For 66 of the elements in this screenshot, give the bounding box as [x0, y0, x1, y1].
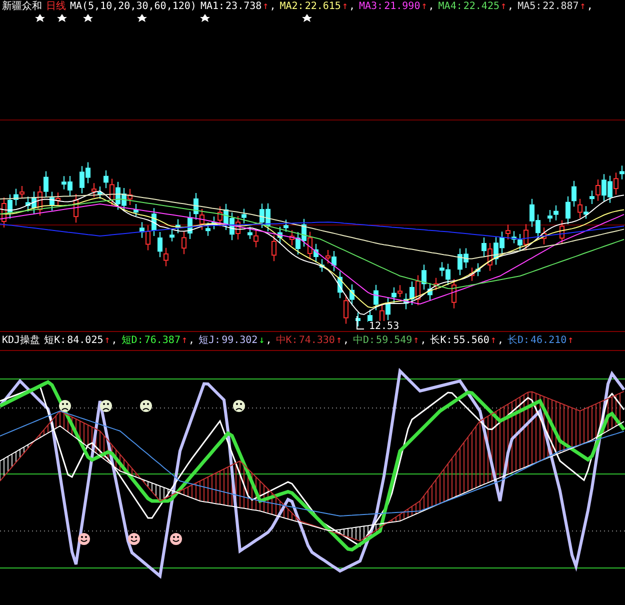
- separator: ,: [497, 334, 504, 348]
- smiley-face-icon: [128, 532, 140, 545]
- sad-face-icon: [100, 400, 112, 412]
- separator: ,: [428, 0, 434, 14]
- reading-value: 55.560: [453, 334, 490, 348]
- low-price-label: 12.53: [368, 321, 400, 332]
- separator: ,: [342, 334, 349, 348]
- separator: ,: [348, 0, 355, 14]
- stock-name: 新疆众和: [2, 0, 42, 14]
- reading-label: MA1:: [200, 0, 225, 14]
- reading-value: 84.025: [67, 334, 104, 348]
- separator: ,: [420, 334, 426, 348]
- star-marker-icon: [302, 14, 312, 22]
- reading-value: 21.990: [384, 0, 420, 14]
- trend-arrow: ↑: [413, 334, 420, 348]
- reading-label: 长K:: [430, 334, 452, 348]
- reading-value: 46.210: [530, 334, 567, 348]
- star-marker-icon: [200, 14, 210, 22]
- reading-label: MA3:: [359, 0, 384, 14]
- trend-arrow: ↑: [104, 334, 110, 348]
- separator: ,: [508, 0, 514, 14]
- trend-arrow: ↑: [262, 0, 269, 14]
- separator: ,: [586, 0, 593, 14]
- separator: ,: [270, 0, 276, 14]
- star-marker-icon: [137, 14, 147, 22]
- indicator-name: KDJ操盘: [2, 334, 40, 348]
- trend-arrow: ↓: [258, 334, 265, 348]
- smiley-face-icon: [78, 532, 90, 545]
- smiley-face-icon: [170, 532, 182, 545]
- star-marker-icon: [35, 14, 45, 22]
- separator: ,: [266, 334, 272, 348]
- reading-value: 74.330: [298, 334, 335, 348]
- star-marker-icon: [83, 14, 93, 22]
- separator: ,: [188, 334, 195, 348]
- indicator-name: MA(5,10,20,30,60,120): [70, 0, 196, 14]
- reading-label: 中D:: [353, 334, 376, 348]
- trend-arrow: ↑: [421, 0, 428, 14]
- trend-arrow: ↑: [568, 334, 574, 348]
- sad-face-icon: [59, 400, 71, 412]
- separator: ,: [111, 334, 118, 348]
- reading-label: 短D:: [121, 334, 144, 348]
- trend-arrow: ↑: [336, 334, 342, 348]
- period-label: 日线: [46, 0, 66, 14]
- reading-label: 中K:: [276, 334, 298, 348]
- reading-value: 59.549: [376, 334, 412, 348]
- reading-value: 23.738: [226, 0, 262, 14]
- trend-arrow: ↑: [580, 0, 586, 14]
- leader-line: [356, 315, 364, 330]
- sad-face-icon: [140, 400, 152, 412]
- reading-value: 76.387: [144, 334, 180, 348]
- reading-value: 99.302: [222, 334, 258, 348]
- reading-value: 22.425: [463, 0, 500, 14]
- reading-label: 短J:: [198, 334, 221, 348]
- trend-arrow: ↑: [181, 334, 188, 348]
- reading-value: 22.887: [542, 0, 579, 14]
- trend-arrow: ↑: [500, 0, 507, 14]
- trend-arrow: ↑: [490, 334, 496, 348]
- star-marker-icon: [57, 14, 67, 22]
- reading-label: 短K:: [44, 334, 66, 348]
- reading-label: MA5:: [518, 0, 542, 14]
- sad-face-icon: [233, 400, 245, 412]
- reading-label: MA2:: [280, 0, 304, 14]
- reading-label: MA4:: [438, 0, 462, 14]
- reading-value: 22.615: [304, 0, 341, 14]
- reading-label: 长D:: [507, 334, 530, 348]
- trend-arrow: ↑: [342, 0, 348, 14]
